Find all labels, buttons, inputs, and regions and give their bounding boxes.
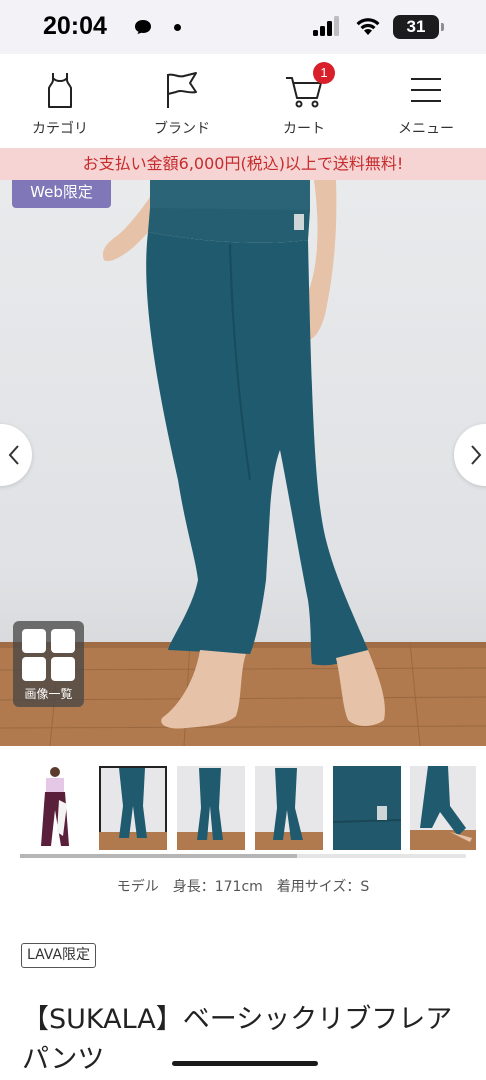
thumbnail-image	[41, 767, 69, 846]
status-bar: 20:04 31	[0, 0, 486, 54]
free-shipping-banner[interactable]: お支払い金額6,000円(税込)以上で送料無料!	[0, 148, 486, 180]
thumbnail-1[interactable]	[21, 766, 89, 850]
thumbnail-scrollbar-thumb[interactable]	[20, 854, 297, 858]
lava-limited-badge: LAVA限定	[21, 943, 97, 968]
chevron-left-icon	[8, 445, 19, 465]
tank-top-icon	[48, 73, 72, 108]
cellular-signal-icon	[313, 16, 339, 36]
thumbnail-strip	[0, 766, 486, 854]
grid-icon-cell	[51, 629, 75, 653]
flag-icon	[167, 72, 197, 108]
cart-count-badge: 1	[313, 62, 335, 84]
status-time: 20:04	[43, 12, 107, 40]
product-title: 【SUKALA】ベーシックリブフレアパンツ	[22, 1004, 453, 1075]
nav-brand[interactable]: ブランド	[127, 54, 237, 148]
wifi-icon	[356, 18, 380, 35]
nav-brand-label: ブランド	[154, 121, 210, 137]
image-list-button[interactable]: 画像一覧	[13, 621, 84, 707]
thumbnail-image	[99, 768, 167, 850]
grid-icon-cell	[22, 657, 46, 681]
grid-icon-cell	[51, 657, 75, 681]
thumbnail-scrollbar[interactable]	[20, 854, 466, 858]
nav-category[interactable]: カテゴリ	[5, 54, 115, 148]
thumbnail-4[interactable]	[255, 766, 323, 850]
grid-icon-cell	[22, 629, 46, 653]
battery-percent: 31	[406, 17, 426, 36]
thumbnail-5[interactable]	[333, 766, 401, 850]
nav-menu-label: メニュー	[398, 121, 454, 137]
nav-cart-label: カート	[283, 121, 325, 137]
nav-cart[interactable]: 1 カート	[249, 54, 359, 148]
thumbnail-image	[177, 768, 245, 850]
product-image-carousel[interactable]: Web限定 画像一覧	[0, 180, 486, 746]
chat-bubble-icon	[135, 20, 151, 34]
thumbnail-image	[255, 768, 323, 850]
nav-category-label: カテゴリ	[32, 121, 88, 137]
menu-icon	[411, 78, 441, 102]
image-list-label: 画像一覧	[24, 687, 73, 701]
battery-icon: 31	[393, 15, 439, 39]
thumbnail-2[interactable]	[99, 766, 167, 850]
web-limited-badge: Web限定	[12, 180, 111, 208]
battery-cap	[441, 23, 444, 31]
thumbnail-image	[333, 766, 401, 850]
top-navigation: カテゴリ ブランド 1 カート メニュー	[0, 54, 486, 148]
thumbnail-3[interactable]	[177, 766, 245, 850]
model-info: モデル 身長：171cm 着用サイズ：S	[116, 879, 370, 895]
thumbnail-6[interactable]	[410, 766, 476, 850]
thumbnail-image	[410, 766, 476, 850]
home-indicator[interactable]	[172, 1061, 318, 1066]
nav-menu[interactable]: メニュー	[371, 54, 481, 148]
notification-dot	[174, 24, 181, 31]
chevron-right-icon	[471, 445, 482, 465]
